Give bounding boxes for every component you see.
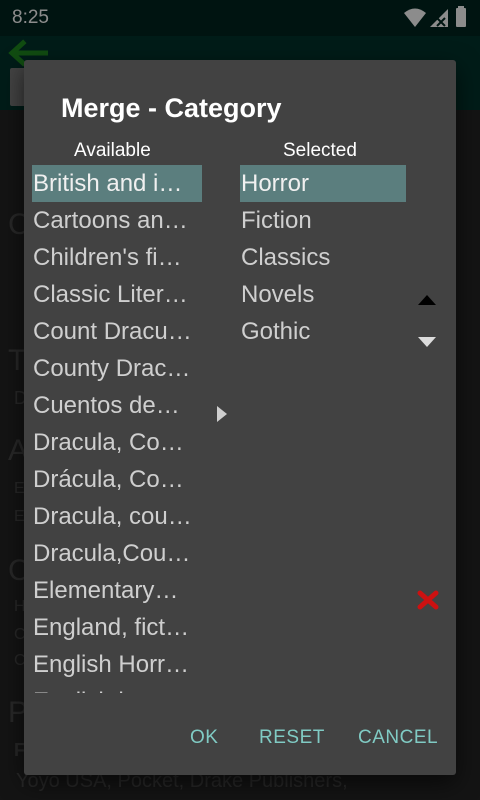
list-item[interactable]: Count Dracu… <box>32 313 202 350</box>
list-item[interactable]: Classics <box>240 239 406 276</box>
ok-button[interactable]: OK <box>190 727 218 749</box>
list-item[interactable]: Classic Liter… <box>32 276 202 313</box>
available-header: Available <box>74 140 151 161</box>
list-item[interactable]: Dracula,Cou… <box>32 535 202 572</box>
cancel-button[interactable]: CANCEL <box>358 727 438 749</box>
list-item[interactable]: English h… <box>32 683 202 693</box>
reset-button[interactable]: RESET <box>259 727 325 749</box>
list-item[interactable]: Drácula, Co… <box>32 461 202 498</box>
list-item[interactable]: Cartoons an… <box>32 202 202 239</box>
list-item[interactable]: England, fict… <box>32 609 202 646</box>
list-item[interactable]: Cuentos de… <box>32 387 202 424</box>
list-item[interactable]: Gothic <box>240 313 406 350</box>
move-down-icon[interactable] <box>417 336 437 348</box>
list-item[interactable]: Dracula, Co… <box>32 424 202 461</box>
list-item[interactable]: Elementary… <box>32 572 202 609</box>
selected-header: Selected <box>283 140 357 161</box>
move-right-icon[interactable] <box>216 405 228 423</box>
list-item[interactable]: Children's fi… <box>32 239 202 276</box>
move-up-icon[interactable] <box>417 294 437 306</box>
list-item[interactable]: Horror <box>240 165 406 202</box>
list-item[interactable]: English Horr… <box>32 646 202 683</box>
merge-dialog: Merge - Category Available Selected Brit… <box>24 60 456 775</box>
available-list[interactable]: British and i… Cartoons an… Children's f… <box>32 165 202 693</box>
list-item[interactable]: Novels <box>240 276 406 313</box>
list-item[interactable]: Fiction <box>240 202 406 239</box>
dialog-title: Merge - Category <box>61 93 282 123</box>
list-item[interactable]: County Drac… <box>32 350 202 387</box>
selected-list[interactable]: Horror Fiction Classics Novels Gothic <box>240 165 406 365</box>
list-item[interactable]: British and i… <box>32 165 202 202</box>
list-item[interactable]: Dracula, cou… <box>32 498 202 535</box>
delete-icon[interactable] <box>417 590 439 610</box>
